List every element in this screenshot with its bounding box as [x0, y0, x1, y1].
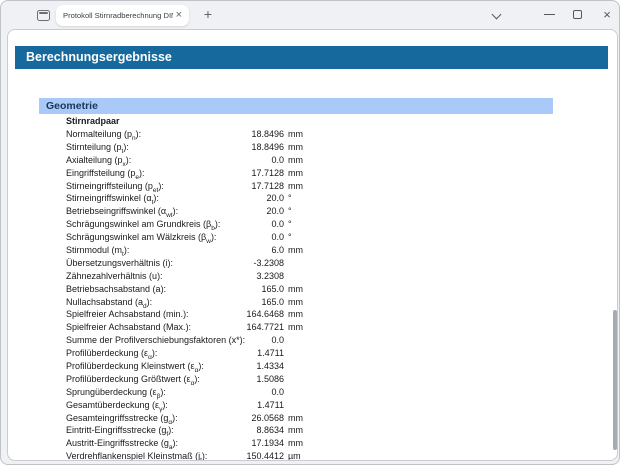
parameter-unit: mm: [288, 154, 303, 165]
parameter-value: 20.0: [266, 193, 284, 204]
parameter-value: 0.0: [271, 232, 284, 243]
parameter-unit: µm: [288, 451, 301, 461]
parameter-unit: °: [288, 219, 292, 230]
parameter-row: Axialteilung (px): 0.0 mm: [66, 155, 318, 168]
parameter-row: Schrägungswinkel am Wälzkreis (βw): 0.0 …: [66, 232, 318, 245]
minimize-button[interactable]: [544, 14, 555, 16]
browser-tab[interactable]: Protokoll Stirnradberechnung DIN 3 ×: [56, 5, 189, 26]
parameter-row: Eingriffsteilung (pe): 17.7128 mm: [66, 168, 318, 181]
parameter-unit: mm: [288, 283, 303, 294]
parameter-unit: mm: [288, 141, 303, 152]
parameter-value: 20.0: [266, 206, 284, 217]
parameter-value: 0.0: [271, 335, 284, 346]
parameter-value: 26.0568: [251, 412, 284, 423]
parameter-row: Normalteilung (pn): 18.8496 mm: [66, 129, 318, 142]
parameter-value: 165.0: [261, 296, 284, 307]
parameter-row: Gesamtüberdeckung (εγ): 1.4711: [66, 400, 318, 413]
parameter-row: Austritt-Eingriffsstrecke (ga): 17.1934 …: [66, 438, 318, 451]
parameter-row: Sprungüberdeckung (εβ): 0.0: [66, 387, 318, 400]
parameter-value: 0.0: [271, 154, 284, 165]
browser-window: Protokoll Stirnradberechnung DIN 3 × + ×…: [0, 0, 620, 465]
parameter-value: 17.1934: [251, 438, 284, 449]
geometry-rows: Normalteilung (pn): 18.8496 mm Stirnteil…: [66, 129, 318, 461]
parameter-unit: mm: [288, 309, 303, 320]
parameter-value: 17.7128: [251, 167, 284, 178]
parameter-unit: mm: [288, 167, 303, 178]
maximize-button[interactable]: [573, 10, 582, 19]
web-content: Berechnungsergebnisse Geometrie Stirnrad…: [7, 29, 618, 461]
parameter-row: Schrägungswinkel am Grundkreis (βb): 0.0…: [66, 219, 318, 232]
parameter-row: Betriebseingriffswinkel (αwt): 20.0 °: [66, 206, 318, 219]
parameter-row: Profilüberdeckung (εα): 1.4711: [66, 348, 318, 361]
parameter-unit: °: [288, 232, 292, 243]
parameter-row: Spielfreier Achsabstand (min.): 164.6468…: [66, 309, 318, 322]
tab-actions-icon[interactable]: [37, 10, 50, 21]
chevron-down-icon[interactable]: [492, 10, 501, 19]
parameter-row: Übersetzungsverhältnis (i): -3.2308: [66, 258, 318, 271]
parameter-unit: °: [288, 193, 292, 204]
parameter-value: 0.0: [271, 386, 284, 397]
parameter-row: Nullachsabstand (ad): 165.0 mm: [66, 297, 318, 310]
parameter-value: 164.7721: [246, 322, 284, 333]
parameter-unit: mm: [288, 245, 303, 256]
parameter-row: Zähnezahlverhältnis (u): 3.2308: [66, 271, 318, 284]
window-close-button[interactable]: ×: [599, 7, 615, 22]
parameter-unit: °: [288, 206, 292, 217]
parameter-row: Verdrehflankenspiel Kleinstmaß (jt): 150…: [66, 451, 318, 461]
parameter-value: 1.5086: [256, 373, 284, 384]
parameter-unit: mm: [288, 322, 303, 333]
parameter-value: 3.2308: [256, 270, 284, 281]
parameter-value: 165.0: [261, 283, 284, 294]
parameter-value: 8.8634: [256, 425, 284, 436]
parameter-value: 17.7128: [251, 180, 284, 191]
parameter-value: 18.8496: [251, 129, 284, 139]
results-title-band: Berechnungsergebnisse: [15, 46, 608, 69]
parameter-row: Betriebsachsabstand (a): 165.0 mm: [66, 284, 318, 297]
parameter-value: 164.6468: [246, 309, 284, 320]
parameter-value: -3.2308: [253, 257, 284, 268]
parameter-row: Summe der Profilverschiebungsfaktoren (x…: [66, 335, 318, 348]
page-title: Berechnungsergebnisse: [26, 50, 172, 64]
parameter-row: Stirnmodul (mt): 6.0 mm: [66, 245, 318, 258]
parameter-row: Gesamteingriffsstrecke (gα): 26.0568 mm: [66, 413, 318, 426]
tab-bar: Protokoll Stirnradberechnung DIN 3 × + ×: [1, 1, 619, 29]
tab-title: Protokoll Stirnradberechnung DIN 3: [63, 11, 173, 20]
parameter-value: 0.0: [271, 219, 284, 230]
parameter-row: Stirnteilung (pt): 18.8496 mm: [66, 142, 318, 155]
tab-close-icon[interactable]: ×: [176, 10, 182, 21]
parameter-row: Profilüberdeckung Größtwert (εα): 1.5086: [66, 374, 318, 387]
parameter-unit: mm: [288, 438, 303, 449]
parameter-unit: mm: [288, 425, 303, 436]
parameter-row: Stirneingriffsteilung (pet): 17.7128 mm: [66, 181, 318, 194]
parameter-row: Spielfreier Achsabstand (Max.): 164.7721…: [66, 322, 318, 335]
parameter-unit: mm: [288, 180, 303, 191]
group-heading: Stirnradpaar: [66, 116, 120, 126]
new-tab-button[interactable]: +: [199, 6, 217, 24]
parameter-value: 18.8496: [251, 141, 284, 152]
parameter-unit: mm: [288, 296, 303, 307]
parameter-row: Stirneingriffswinkel (αt): 20.0 °: [66, 193, 318, 206]
scrollbar-thumb[interactable]: [613, 310, 617, 450]
parameter-unit: mm: [288, 412, 303, 423]
parameter-value: 1.4711: [257, 348, 284, 359]
parameter-value: 1.4334: [256, 361, 284, 372]
section-header-geometrie: Geometrie: [39, 98, 553, 114]
parameter-row: Eintritt-Eingriffsstrecke (gf): 8.8634 m…: [66, 425, 318, 438]
parameter-value: 1.4711: [257, 399, 284, 410]
parameter-value: 150.4412: [246, 451, 284, 461]
parameter-row: Profilüberdeckung Kleinstwert (εα): 1.43…: [66, 361, 318, 374]
section-title: Geometrie: [46, 100, 98, 112]
parameter-unit: mm: [288, 129, 303, 139]
parameter-value: 6.0: [271, 245, 284, 256]
